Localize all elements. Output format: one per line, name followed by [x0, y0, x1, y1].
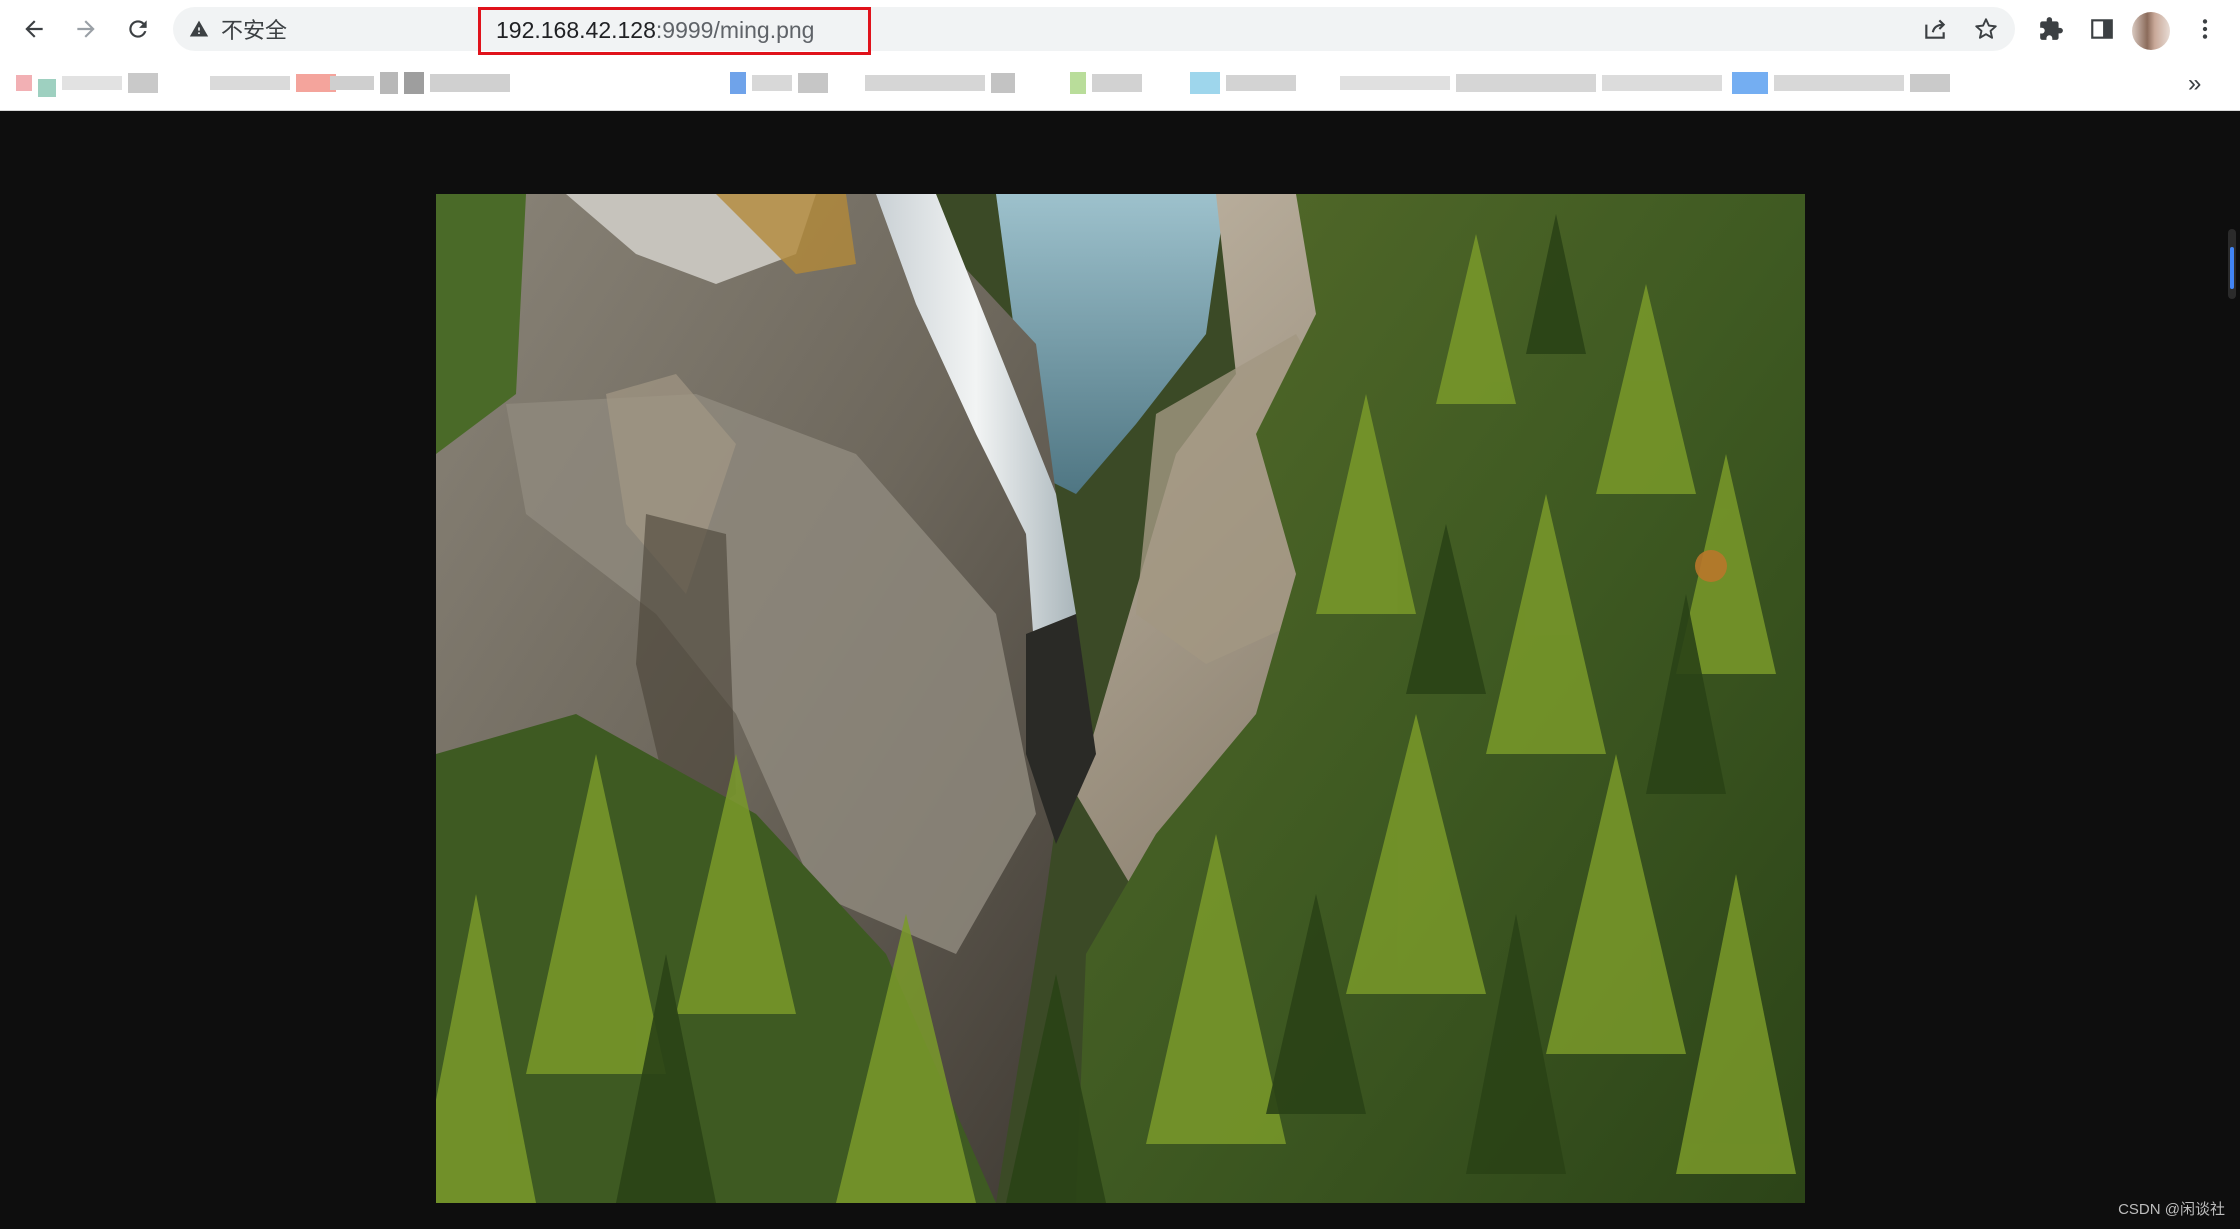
extensions-button[interactable] — [2028, 6, 2074, 52]
address-bar[interactable]: 不安全 192.168.42.128:9999/ming.png — [173, 6, 2015, 55]
url-text[interactable]: 192.168.42.128:9999/ming.png — [496, 15, 814, 45]
bookmarks-overflow-button[interactable]: » — [2188, 68, 2201, 100]
forward-button[interactable] — [63, 6, 109, 52]
waterfall-forest-photo — [436, 194, 1805, 1203]
arrow-right-icon — [77, 20, 95, 38]
browser-toolbar: 不安全 192.168.42.128:9999/ming.png — [0, 0, 2240, 58]
vertical-scrollbar[interactable] — [2228, 229, 2236, 299]
watermark-text: CSDN @闲谈社 — [2118, 1201, 2225, 1218]
security-indicator[interactable]: 不安全 — [189, 7, 287, 51]
security-label: 不安全 — [221, 18, 288, 43]
bookmark-item[interactable] — [1340, 66, 1722, 100]
browser-window: 不安全 192.168.42.128:9999/ming.png » CSDN … — [0, 0, 2240, 1229]
bookmarks-bar: » — [0, 58, 2240, 111]
bookmark-item[interactable] — [1190, 66, 1296, 100]
warning-triangle-icon — [189, 20, 209, 37]
side-panel-icon — [2091, 19, 2113, 39]
share-icon — [1925, 19, 1946, 39]
share-button[interactable] — [1912, 6, 1958, 52]
side-panel-button[interactable] — [2079, 6, 2125, 52]
bookmark-item[interactable] — [330, 66, 510, 100]
bookmark-star-button[interactable] — [1963, 6, 2009, 52]
url-path: :9999/ming.png — [655, 17, 815, 43]
puzzle-icon — [2040, 17, 2063, 40]
bookmark-item[interactable] — [1070, 66, 1142, 100]
bookmark-item[interactable] — [16, 66, 158, 100]
arrow-left-icon — [25, 20, 43, 38]
reload-button[interactable] — [115, 6, 161, 52]
bookmark-item[interactable] — [865, 66, 1015, 100]
browser-menu-button[interactable] — [2182, 6, 2228, 52]
displayed-image — [436, 194, 1805, 1203]
reload-icon — [129, 20, 147, 38]
bookmark-item[interactable] — [1732, 66, 1950, 100]
back-button[interactable] — [11, 6, 57, 52]
avatar[interactable] — [2132, 12, 2170, 50]
page-viewport: CSDN @闲谈社 — [0, 111, 2240, 1229]
url-host: 192.168.42.128 — [496, 17, 656, 43]
bookmark-item[interactable] — [730, 66, 828, 100]
star-icon — [1975, 18, 1997, 39]
kebab-menu-icon — [2202, 19, 2208, 39]
